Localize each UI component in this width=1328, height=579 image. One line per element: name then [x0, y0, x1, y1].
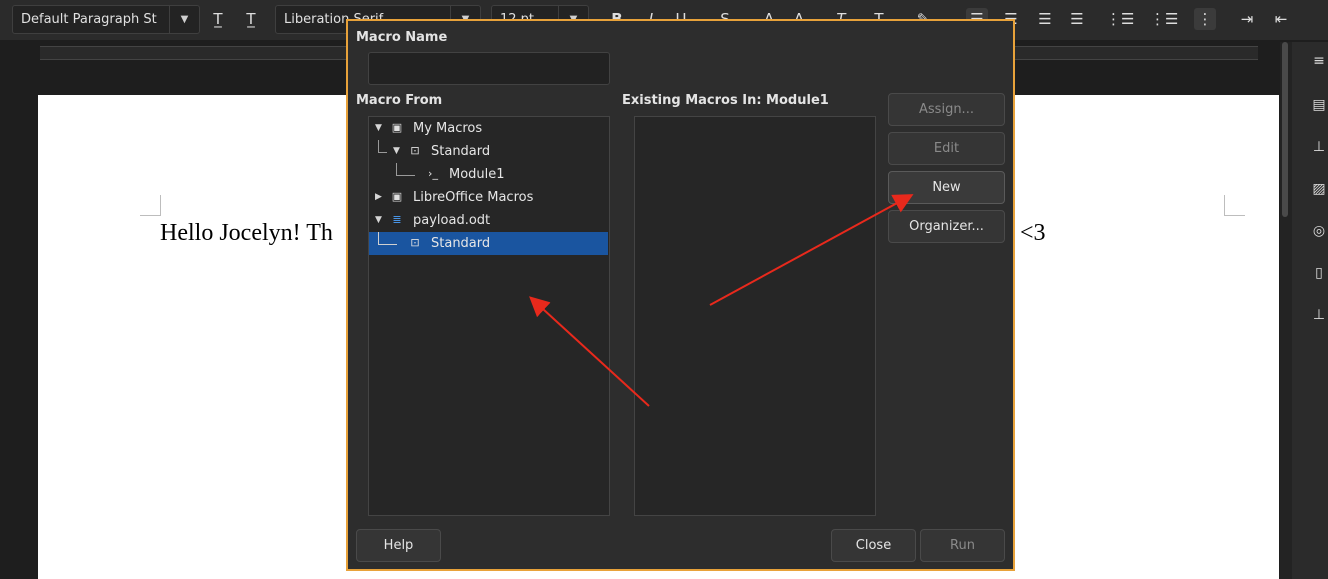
- annotation-arrow: [709, 194, 914, 306]
- annotation-arrow: [529, 296, 650, 407]
- annotation-arrows: [529, 194, 914, 407]
